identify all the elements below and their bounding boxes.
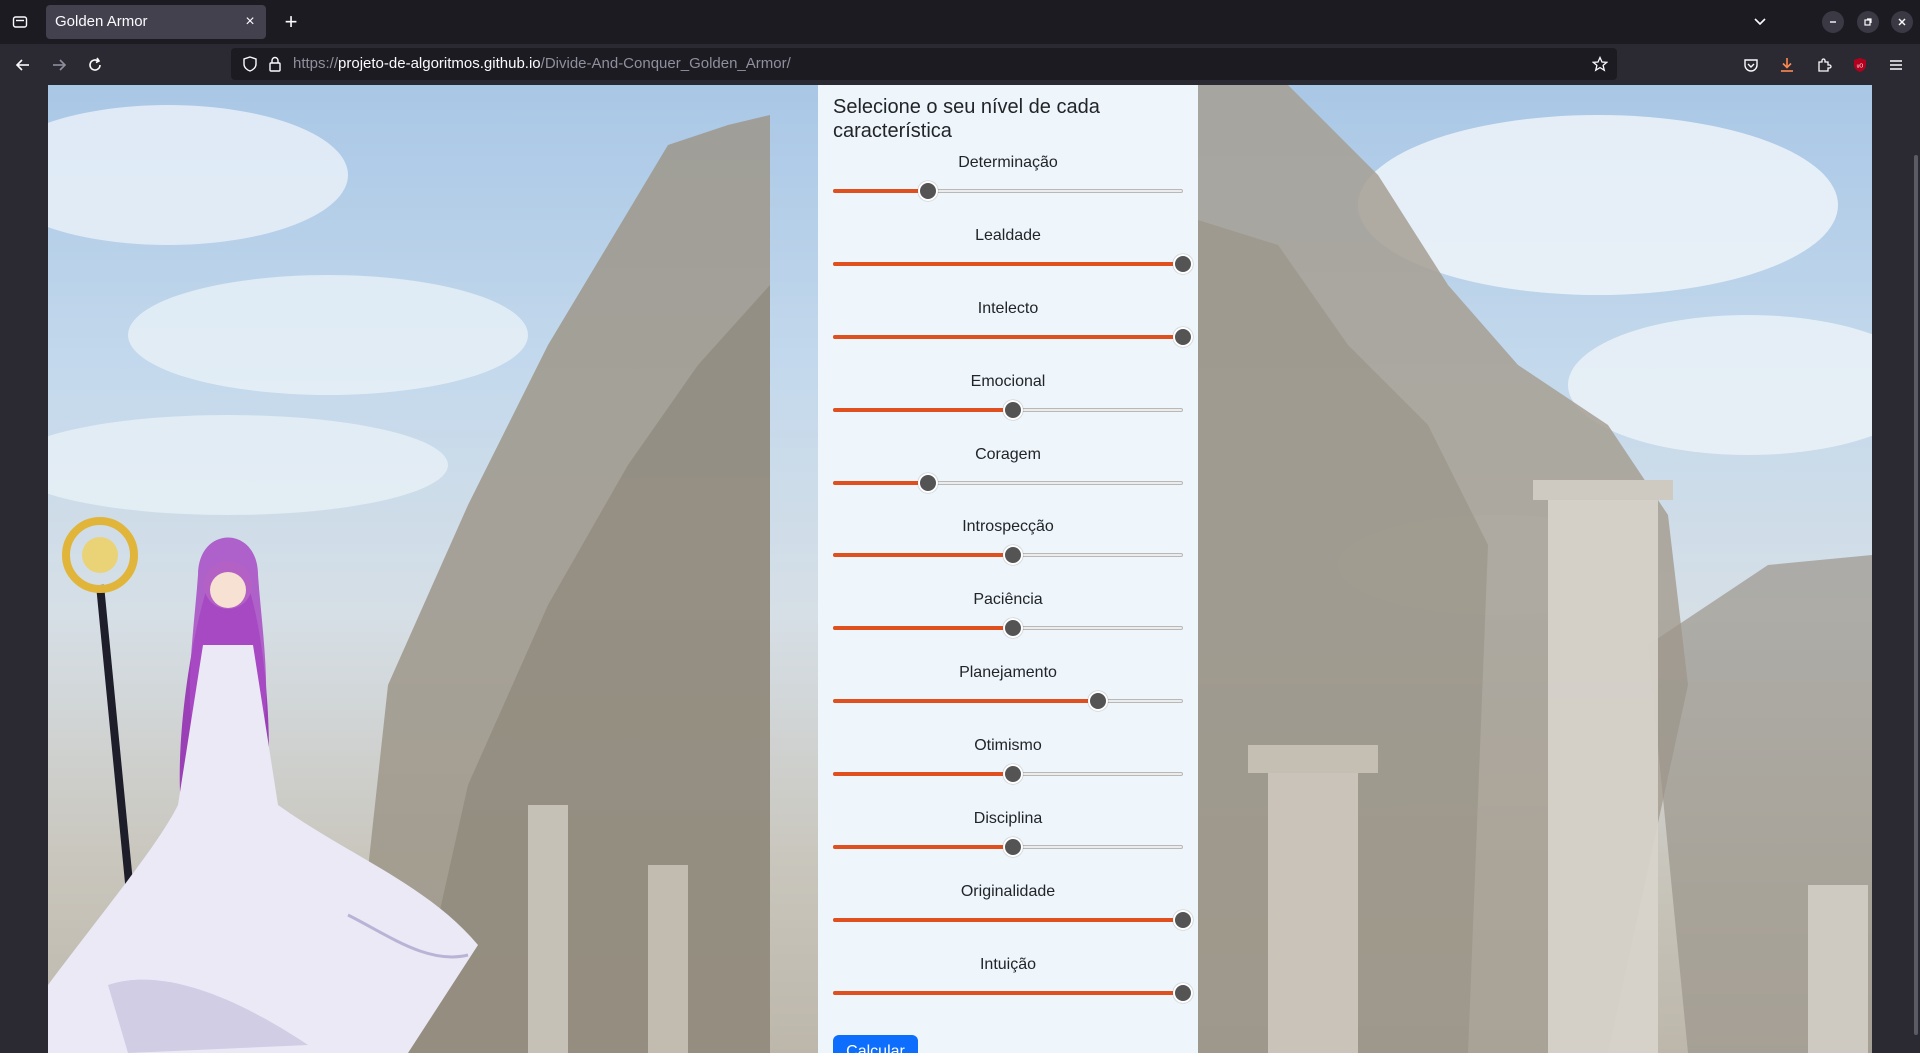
slider-label: Lealdade [975, 226, 1041, 244]
slider-thumb[interactable] [1003, 764, 1023, 785]
browser-tab[interactable]: Golden Armor × [46, 5, 266, 39]
range-slider[interactable] [833, 472, 1183, 493]
url-scheme: https:// [293, 55, 339, 72]
slider-label: Originalidade [960, 882, 1056, 900]
range-slider[interactable] [833, 181, 1183, 201]
slider-thumb[interactable] [1173, 909, 1193, 930]
slider-thumb[interactable] [1003, 618, 1023, 639]
minimize-icon[interactable] [1822, 11, 1844, 33]
slider-thumb[interactable] [1088, 691, 1108, 712]
forward-arrow-icon[interactable] [46, 52, 72, 78]
slider-planejamento: Planejamento [833, 661, 1183, 734]
slider-label: Otimismo [974, 737, 1042, 755]
slider-introspeccao: Introspecção [833, 515, 1183, 588]
tab-list-icon[interactable] [8, 10, 32, 34]
calculate-button[interactable]: Calcular [833, 1035, 918, 1053]
page-scrollbar[interactable] [1912, 85, 1920, 1053]
slider-lealdade: Lealdade [833, 224, 1193, 297]
slider-thumb[interactable] [1173, 326, 1193, 347]
close-icon[interactable] [1891, 11, 1913, 33]
slider-otimismo: Otimismo [833, 734, 1183, 807]
slider-fill [833, 334, 1183, 339]
restore-icon[interactable] [1857, 11, 1879, 33]
range-slider[interactable] [833, 618, 1183, 639]
slider-intuicao: Intuição [833, 953, 1193, 1026]
slider-label: Determinação [958, 154, 1058, 171]
chevron-down-icon[interactable] [1749, 11, 1771, 33]
ublock-icon[interactable]: uO [1847, 52, 1873, 78]
lock-icon[interactable] [264, 53, 286, 75]
slider-intelecto: Intelecto [833, 297, 1193, 370]
url-host: projeto-de-algoritmos.github.io [338, 55, 541, 72]
range-slider[interactable] [833, 691, 1183, 712]
range-slider[interactable] [833, 982, 1193, 1003]
tracking-shield-icon[interactable] [239, 53, 261, 75]
tab-title: Golden Armor [55, 13, 148, 30]
slider-thumb[interactable] [918, 181, 938, 201]
pocket-icon[interactable] [1738, 52, 1764, 78]
slider-fill [833, 772, 1013, 777]
range-slider[interactable] [833, 545, 1183, 566]
slider-thumb[interactable] [1173, 982, 1193, 1003]
slider-label: Emocional [970, 372, 1046, 390]
slider-label: Introspecção [962, 518, 1054, 536]
slider-label: Intuição [979, 955, 1037, 973]
range-slider[interactable] [833, 399, 1183, 420]
slider-thumb[interactable] [918, 472, 938, 493]
range-slider[interactable] [833, 253, 1193, 274]
slider-coragem: Coragem [833, 443, 1183, 516]
menu-icon[interactable] [1883, 52, 1909, 78]
page-title: Selecione o seu nível de cada caracterís… [833, 96, 1100, 142]
range-slider[interactable] [833, 326, 1193, 347]
slider-fill [833, 407, 1013, 412]
bookmark-star-icon[interactable] [1589, 53, 1611, 75]
slider-list: Determinação Lealdade Intelecto Emociona… [833, 151, 1193, 1026]
url-text[interactable]: https://projeto-de-algoritmos.github.io/… [293, 48, 791, 80]
characteristics-form-panel: Selecione o seu nível de cada caracterís… [818, 85, 1198, 1053]
page-viewport: Selecione o seu nível de cada caracterís… [0, 85, 1920, 1053]
slider-label: Coragem [975, 445, 1041, 463]
slider-fill [833, 626, 1013, 631]
download-icon[interactable] [1774, 52, 1800, 78]
slider-disciplina: Disciplina [833, 807, 1183, 880]
slider-fill [833, 553, 1013, 558]
slider-emocional: Emocional [833, 370, 1183, 443]
slider-label: Planejamento [959, 664, 1057, 682]
slider-label: Paciência [973, 591, 1043, 609]
slider-fill [833, 189, 928, 193]
slider-thumb[interactable] [1003, 837, 1023, 858]
url-path: /Divide-And-Conquer_Golden_Armor/ [540, 55, 791, 72]
range-slider[interactable] [833, 837, 1183, 858]
slider-label: Disciplina [973, 810, 1043, 828]
range-slider[interactable] [833, 909, 1193, 930]
slider-determinacao: Determinação [833, 151, 1183, 224]
url-bar[interactable]: https://projeto-de-algoritmos.github.io/… [231, 48, 1617, 80]
scrollbar-thumb[interactable] [1914, 155, 1918, 1035]
navigation-bar: https://projeto-de-algoritmos.github.io/… [0, 44, 1920, 85]
background-scenery-image: Selecione o seu nível de cada caracterís… [48, 85, 1872, 1053]
tab-bar: Golden Armor × + [0, 0, 1920, 44]
slider-label: Intelecto [977, 299, 1039, 317]
slider-fill [833, 990, 1183, 995]
slider-fill [833, 917, 1183, 922]
slider-fill [833, 261, 1183, 266]
back-arrow-icon[interactable] [10, 52, 36, 78]
slider-fill [833, 699, 1098, 704]
range-slider[interactable] [833, 764, 1183, 785]
slider-paciencia: Paciência [833, 588, 1183, 661]
new-tab-button[interactable]: + [278, 9, 304, 35]
close-tab-icon[interactable]: × [240, 5, 260, 39]
slider-thumb[interactable] [1003, 399, 1023, 420]
slider-originalidade: Originalidade [833, 880, 1193, 953]
svg-text:uO: uO [1857, 64, 1864, 70]
slider-fill [833, 480, 928, 485]
slider-thumb[interactable] [1003, 545, 1023, 566]
extensions-icon[interactable] [1811, 52, 1837, 78]
slider-fill [833, 845, 1013, 850]
slider-thumb[interactable] [1173, 253, 1193, 274]
reload-icon[interactable] [82, 52, 108, 78]
